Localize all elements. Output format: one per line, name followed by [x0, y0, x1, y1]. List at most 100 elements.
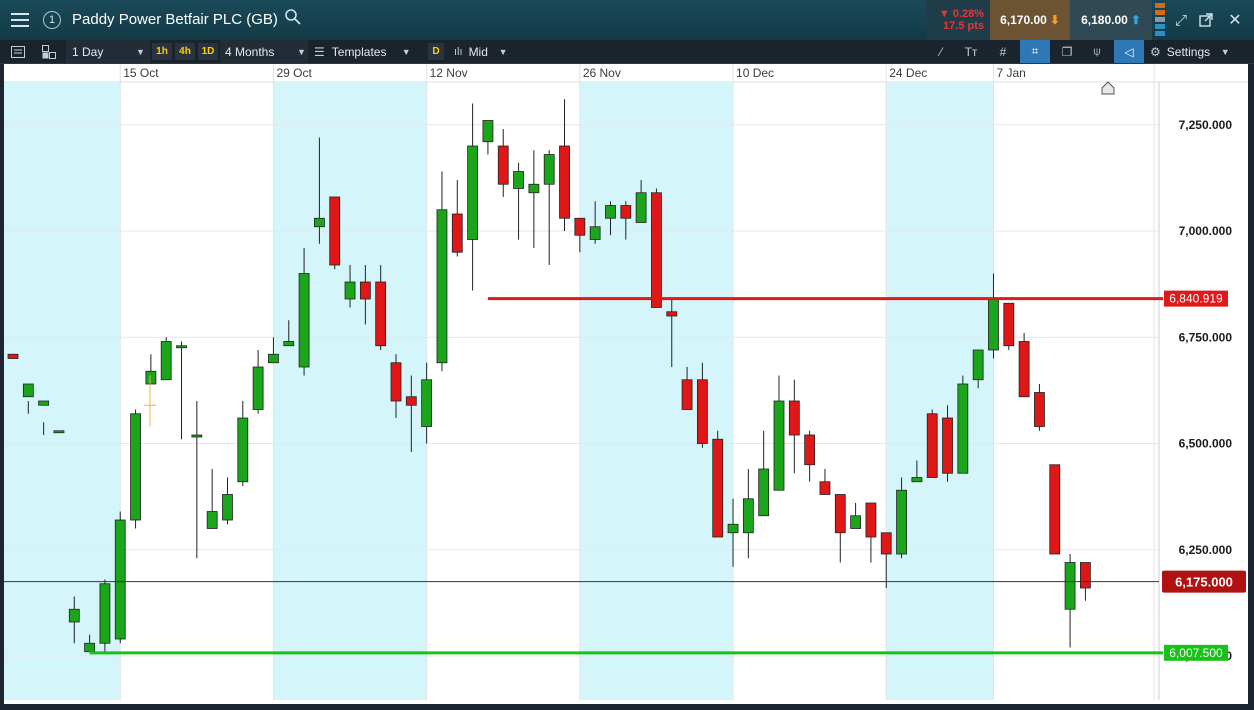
candle-up[interactable]: [298, 273, 310, 368]
candlestick-chart[interactable]: 15 Oct 29 Oct 12 Nov 26 Nov 10 Dec 24 Dec 7 Ja…: [4, 64, 1248, 704]
candle-up[interactable]: [1064, 562, 1076, 610]
candle-down[interactable]: [788, 400, 800, 436]
candle-up[interactable]: [176, 345, 187, 349]
candle-up[interactable]: [589, 226, 601, 240]
settings-button[interactable]: ⚙ Settings ▼: [1150, 40, 1250, 63]
candle-up[interactable]: [911, 477, 923, 483]
candle-up[interactable]: [436, 209, 448, 364]
candle-up[interactable]: [605, 205, 616, 219]
candle-up[interactable]: [850, 515, 861, 529]
candle-down[interactable]: [1080, 562, 1091, 589]
candle-down[interactable]: [1049, 464, 1061, 555]
candle-down[interactable]: [574, 217, 586, 236]
interval-select[interactable]: 1 Day ▼: [66, 40, 150, 63]
candle-up[interactable]: [252, 366, 264, 410]
copy-icon[interactable]: ❐: [1056, 40, 1078, 63]
candle-up[interactable]: [222, 494, 233, 521]
candle-up[interactable]: [68, 608, 80, 623]
candle-up[interactable]: [635, 192, 647, 223]
crosshair-icon[interactable]: ⌗: [1020, 40, 1050, 63]
candle-up[interactable]: [99, 583, 111, 644]
candle-up[interactable]: [957, 383, 969, 474]
candle-up[interactable]: [268, 353, 279, 364]
candle-up[interactable]: [237, 417, 249, 483]
candle-up[interactable]: [114, 519, 126, 640]
interval-1h[interactable]: 1h: [152, 43, 172, 60]
candle-down[interactable]: [497, 145, 509, 185]
sell-button[interactable]: 6,170.00 ⬇: [990, 0, 1070, 40]
candle-down[interactable]: [712, 438, 724, 538]
candle-down[interactable]: [390, 362, 402, 402]
candle-up[interactable]: [313, 217, 325, 228]
info-icon[interactable]: 1: [40, 0, 64, 40]
candle-down[interactable]: [666, 311, 678, 317]
candle-up[interactable]: [727, 523, 739, 534]
candle-down[interactable]: [1003, 302, 1015, 347]
candle-up[interactable]: [283, 341, 295, 347]
candle-down[interactable]: [880, 532, 892, 555]
expand-icon[interactable]: ⤢: [1170, 0, 1192, 40]
candle-down[interactable]: [375, 281, 387, 347]
candle-up[interactable]: [38, 400, 50, 406]
candle-up[interactable]: [972, 349, 984, 381]
candle-up[interactable]: [22, 383, 34, 398]
candle-down[interactable]: [451, 213, 463, 253]
text-tool-icon[interactable]: Tт: [960, 40, 982, 63]
candle-down[interactable]: [7, 353, 19, 359]
indicator-icon[interactable]: ⍦: [1086, 40, 1108, 63]
templates-select[interactable]: ☰ Templates ▼: [314, 40, 418, 63]
range-select[interactable]: 4 Months ▼: [220, 40, 308, 63]
candle-up[interactable]: [758, 468, 770, 517]
candle-down[interactable]: [559, 145, 570, 219]
candle-up[interactable]: [53, 430, 65, 434]
search-icon[interactable]: [284, 8, 302, 31]
candle-up[interactable]: [482, 120, 494, 143]
draw-line-icon[interactable]: ⁄: [930, 40, 952, 63]
candle-up[interactable]: [543, 154, 555, 185]
candle-up[interactable]: [528, 183, 540, 194]
price-type-select[interactable]: ılı Mid ▼: [454, 40, 526, 63]
interval-1d[interactable]: 1D: [198, 43, 218, 60]
candle-up[interactable]: [896, 489, 907, 555]
candle-down[interactable]: [804, 434, 816, 466]
grid-icon[interactable]: #: [992, 40, 1014, 63]
candle-down[interactable]: [865, 502, 877, 538]
candle-down[interactable]: [651, 192, 662, 308]
candle-up[interactable]: [344, 281, 356, 300]
candle-down[interactable]: [1018, 341, 1030, 398]
buy-button[interactable]: 6,180.00 ⬆: [1070, 0, 1152, 40]
candle-up[interactable]: [206, 511, 218, 529]
list-icon[interactable]: [6, 40, 30, 63]
candle-up[interactable]: [421, 379, 433, 427]
candle-down[interactable]: [405, 396, 417, 406]
candle-up[interactable]: [145, 370, 157, 385]
interval-4h[interactable]: 4h: [175, 43, 195, 60]
candle-down[interactable]: [620, 205, 632, 219]
candle-down[interactable]: [359, 281, 371, 300]
candle-down[interactable]: [681, 379, 693, 410]
candle-down[interactable]: [329, 196, 341, 266]
popout-icon[interactable]: [1194, 0, 1218, 40]
candle-down[interactable]: [926, 413, 938, 478]
close-icon[interactable]: ✕: [1222, 0, 1248, 40]
candle-up[interactable]: [160, 341, 172, 381]
candle-down[interactable]: [834, 494, 846, 534]
candle-down[interactable]: [819, 481, 831, 495]
candle-up[interactable]: [191, 434, 203, 438]
d-badge[interactable]: D: [428, 43, 444, 60]
scroll-home-icon[interactable]: [1101, 81, 1115, 95]
candle-up[interactable]: [467, 145, 479, 240]
menu-icon[interactable]: [0, 0, 40, 40]
candle-up[interactable]: [513, 171, 524, 189]
candle-up[interactable]: [773, 400, 785, 491]
chart-area[interactable]: 15 Oct 29 Oct 12 Nov 26 Nov 10 Dec 24 Dec 7 Ja…: [4, 64, 1248, 704]
tag-icon[interactable]: ◁: [1114, 40, 1144, 63]
order-level-icon[interactable]: [1152, 0, 1168, 40]
candle-up[interactable]: [84, 642, 95, 653]
candle-down[interactable]: [697, 379, 708, 444]
layout-icon[interactable]: [38, 40, 60, 63]
candle-down[interactable]: [942, 417, 953, 474]
candle-up[interactable]: [742, 498, 754, 534]
candle-down[interactable]: [1034, 392, 1045, 427]
candle-up[interactable]: [130, 413, 141, 521]
